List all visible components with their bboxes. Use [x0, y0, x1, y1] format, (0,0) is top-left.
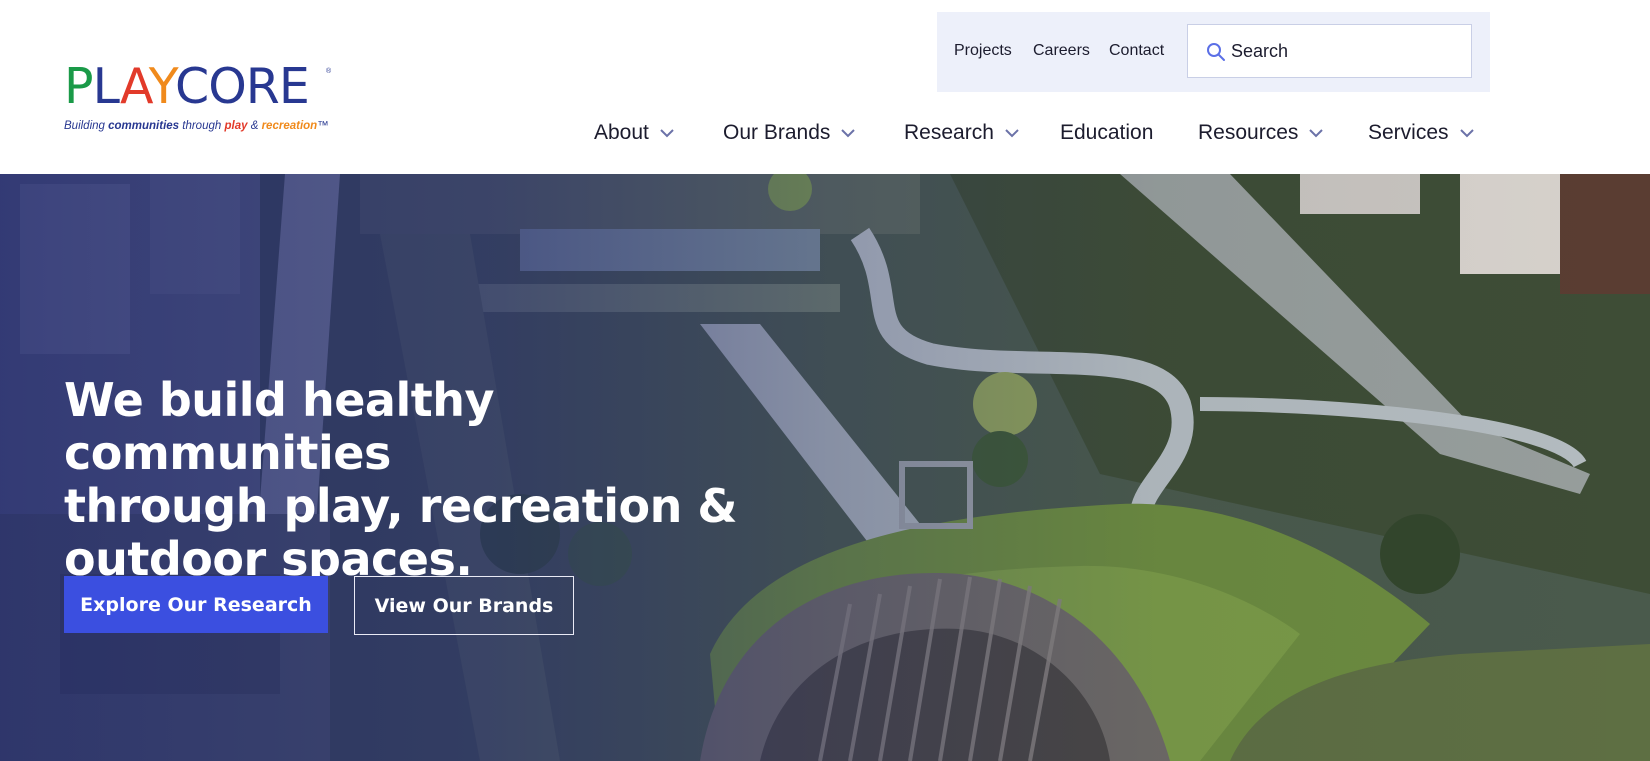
- nav-item-education[interactable]: Education: [1060, 118, 1153, 148]
- tagline-communities: communities: [108, 120, 180, 132]
- site-header: PLAYCORE ® Building communities through …: [0, 0, 1650, 174]
- nav-item-resources[interactable]: Resources: [1198, 118, 1324, 148]
- nav-label-resources: Resources: [1198, 121, 1299, 144]
- utility-link-contact[interactable]: Contact: [1109, 42, 1164, 60]
- logo-letter-o: O: [208, 58, 247, 115]
- chevron-down-icon: [841, 129, 856, 138]
- playcore-logo[interactable]: PLAYCORE ® Building communities through …: [64, 58, 344, 138]
- logo-letter-p: P: [64, 58, 94, 115]
- tagline-tm: ™: [317, 120, 329, 132]
- utility-link-careers[interactable]: Careers: [1033, 42, 1090, 60]
- tagline-play: play: [224, 120, 248, 132]
- utility-bar: Projects Careers Contact: [937, 12, 1490, 92]
- utility-link-projects[interactable]: Projects: [954, 42, 1012, 60]
- chevron-down-icon: [1459, 129, 1474, 138]
- nav-label-about: About: [594, 121, 649, 144]
- nav-item-our-brands[interactable]: Our Brands: [723, 118, 856, 148]
- hero-section: We build healthy communities through play…: [0, 174, 1650, 761]
- nav-label-services: Services: [1368, 121, 1449, 144]
- nav-item-services[interactable]: Services: [1368, 118, 1475, 148]
- chevron-down-icon: [1005, 129, 1019, 138]
- logo-registered-mark: ®: [326, 68, 332, 75]
- logo-wordmark: PLAYCORE: [64, 62, 310, 118]
- search-icon[interactable]: [1206, 42, 1226, 62]
- nav-item-research[interactable]: Research: [904, 118, 1020, 148]
- logo-letter-e: E: [278, 58, 310, 115]
- chevron-down-icon: [660, 129, 674, 138]
- logo-letter-l: L: [92, 58, 121, 115]
- logo-tagline: Building communities through play & recr…: [64, 120, 329, 132]
- logo-letter-c: C: [174, 58, 209, 115]
- search-input[interactable]: [1231, 25, 1467, 77]
- logo-letter-y: Y: [148, 58, 176, 115]
- tagline-building: Building: [64, 120, 105, 132]
- headline-regular-part: We build: [64, 373, 302, 427]
- headline-tail-part: through play, recreation & outdoor space…: [64, 479, 738, 586]
- search-box: [1187, 24, 1472, 78]
- hero-headline: We build healthy communities through play…: [64, 374, 784, 586]
- logo-letter-a: A: [120, 58, 150, 115]
- nav-item-about[interactable]: About: [594, 118, 675, 148]
- chevron-down-icon: [1309, 129, 1324, 138]
- explore-research-button[interactable]: Explore Our Research: [64, 576, 328, 633]
- tagline-recreation: recreation: [261, 120, 318, 132]
- tagline-amp: &: [250, 120, 259, 132]
- nav-label-education: Education: [1060, 121, 1154, 144]
- nav-label-our-brands: Our Brands: [723, 121, 831, 144]
- view-brands-button[interactable]: View Our Brands: [354, 576, 574, 635]
- nav-label-research: Research: [904, 121, 994, 144]
- logo-letter-r: R: [245, 58, 280, 115]
- tagline-through: through: [182, 120, 222, 132]
